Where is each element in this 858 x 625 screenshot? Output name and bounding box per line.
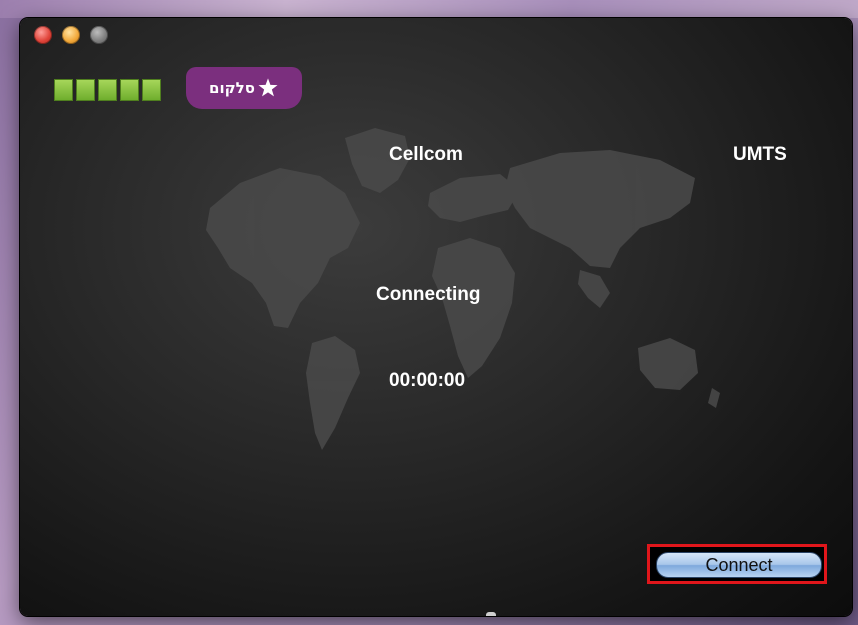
logo-text: סלקום bbox=[209, 79, 255, 97]
signal-bar bbox=[142, 79, 161, 101]
close-window-button[interactable] bbox=[34, 26, 52, 44]
signal-strength-indicator bbox=[54, 79, 161, 101]
resize-handle[interactable] bbox=[486, 612, 496, 616]
zoom-window-button bbox=[90, 26, 108, 44]
desktop-background-strip bbox=[0, 0, 858, 18]
minimize-window-button[interactable] bbox=[62, 26, 80, 44]
signal-bar bbox=[54, 79, 73, 101]
signal-bar bbox=[120, 79, 139, 101]
operator-name: Cellcom bbox=[389, 144, 463, 165]
network-technology: UMTS bbox=[733, 144, 787, 165]
connect-button[interactable]: Connect bbox=[656, 552, 822, 578]
connection-manager-window: סלקום Cellcom UMTS Connecting 00:00:00 C… bbox=[20, 18, 852, 616]
star-icon bbox=[258, 78, 278, 97]
signal-bar bbox=[98, 79, 117, 101]
connection-timer: 00:00:00 bbox=[389, 370, 466, 391]
signal-bar bbox=[76, 79, 95, 101]
connect-button-highlight: Connect bbox=[647, 544, 827, 584]
connection-status: Connecting bbox=[376, 284, 481, 305]
